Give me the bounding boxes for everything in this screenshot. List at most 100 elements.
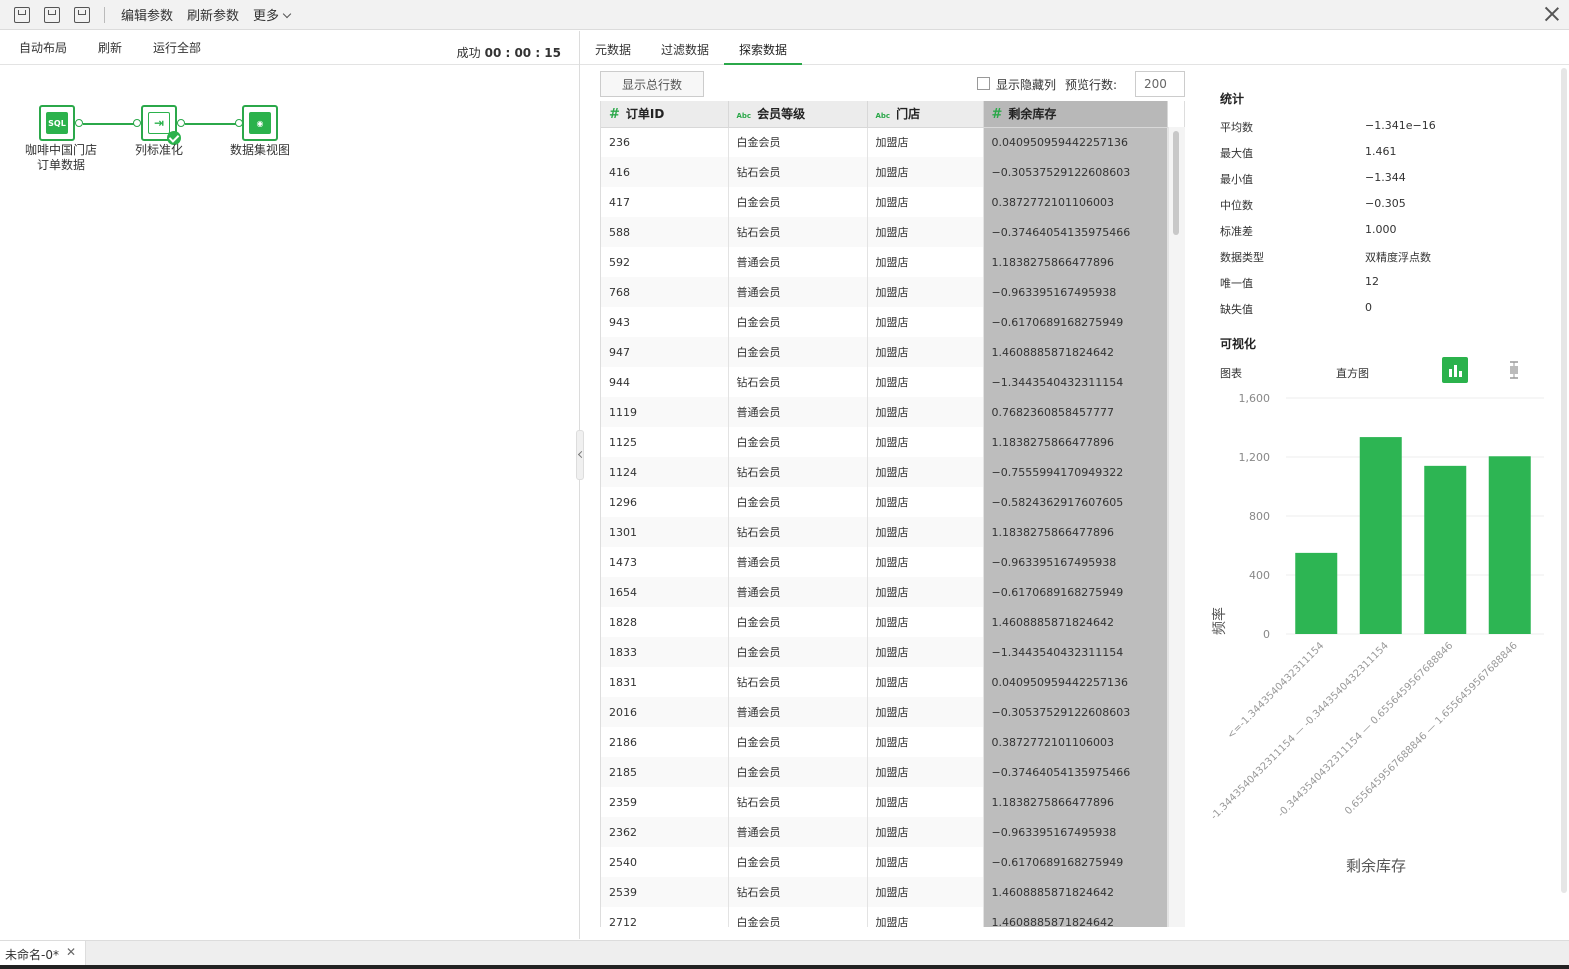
column-name: 订单ID xyxy=(625,107,665,122)
table-cell: 白金会员 xyxy=(728,487,868,517)
table-cell: −0.963395167495938 xyxy=(983,817,1168,847)
stat-value: −0.305 xyxy=(1365,197,1406,210)
table-cell: −0.963395167495938 xyxy=(983,547,1168,577)
output-port[interactable] xyxy=(177,119,185,127)
table-cell: 0.3872772101106003 xyxy=(983,187,1168,217)
new-file-icon[interactable] xyxy=(14,6,30,23)
save-as-icon[interactable] xyxy=(74,6,90,23)
table-row[interactable]: 1125 白金会员 加盟店 1.1838275866477896 xyxy=(601,427,1168,457)
stat-label: 最小值 xyxy=(1220,173,1253,186)
table-cell: 加盟店 xyxy=(867,337,984,367)
bar-chart-icon[interactable] xyxy=(1442,357,1468,383)
output-port[interactable] xyxy=(75,119,83,127)
panel-divider[interactable] xyxy=(579,31,580,939)
close-icon[interactable] xyxy=(1543,5,1561,23)
table-cell: 加盟店 xyxy=(867,727,984,757)
edit-params-button[interactable]: 编辑参数 xyxy=(121,5,173,24)
input-port[interactable] xyxy=(133,119,141,127)
y-tick-label: 1,200 xyxy=(1239,451,1271,464)
table-scrollbar-track[interactable] xyxy=(1168,127,1185,927)
table-row[interactable]: 2540 白金会员 加盟店 −0.6170689168275949 xyxy=(601,847,1168,877)
boxplot-icon[interactable] xyxy=(1504,360,1524,380)
refresh-params-button[interactable]: 刷新参数 xyxy=(187,5,239,24)
table-cell: 白金会员 xyxy=(728,427,868,457)
table-cell: 白金会员 xyxy=(728,127,868,157)
auto-layout-button[interactable]: 自动布局 xyxy=(19,39,67,56)
column-header-order-id[interactable]: # 订单ID xyxy=(601,101,729,128)
column-header-store[interactable]: Abc 门店 xyxy=(867,101,984,128)
table-row[interactable]: 2362 普通会员 加盟店 −0.963395167495938 xyxy=(601,817,1168,847)
table-cell: 钻石会员 xyxy=(728,667,868,697)
y-tick-label: 1,600 xyxy=(1239,392,1271,405)
table-cell: 1.4608885871824642 xyxy=(983,877,1168,907)
document-tabs-bar: 未命名-0* ✕ xyxy=(0,940,1569,966)
table-cell: 2539 xyxy=(601,877,729,907)
column-name: 会员等级 xyxy=(757,107,806,122)
text-type-icon: Abc xyxy=(875,112,891,121)
table-cell: 白金会员 xyxy=(728,337,868,367)
tab-explore-data[interactable]: 探索数据 xyxy=(724,31,803,65)
table-cell: 普通会员 xyxy=(728,547,868,577)
table-row[interactable]: 1296 白金会员 加盟店 −0.5824362917607605 xyxy=(601,487,1168,517)
table-row[interactable]: 2016 普通会员 加盟店 −0.30537529122608603 xyxy=(601,697,1168,727)
table-cell: 0.3872772101106003 xyxy=(983,727,1168,757)
table-cell: 加盟店 xyxy=(867,517,984,547)
dataset-view-node[interactable]: ◉ xyxy=(242,105,278,141)
sql-source-node[interactable]: SQL xyxy=(39,105,75,141)
table-row[interactable]: 416 钻石会员 加盟店 −0.30537529122608603 xyxy=(601,157,1168,187)
table-row[interactable]: 592 普通会员 加盟店 1.1838275866477896 xyxy=(601,247,1168,277)
column-header-member-level[interactable]: Abc 会员等级 xyxy=(728,101,868,128)
preview-rows-input[interactable] xyxy=(1135,71,1185,97)
column-header-remaining-stock[interactable]: # 剩余库存 xyxy=(983,101,1168,128)
close-tab-icon[interactable]: ✕ xyxy=(66,945,76,959)
table-row[interactable]: 1833 白金会员 加盟店 −1.3443540432311154 xyxy=(601,637,1168,667)
table-cell: 加盟店 xyxy=(867,907,984,927)
tab-filter-data[interactable]: 过滤数据 xyxy=(646,31,724,64)
table-scrollbar-thumb[interactable] xyxy=(1173,131,1179,235)
show-total-rows-button[interactable]: 显示总行数 xyxy=(600,71,704,97)
table-row[interactable]: 1828 白金会员 加盟店 1.4608885871824642 xyxy=(601,607,1168,637)
chart-type-select[interactable]: 直方图 xyxy=(1336,365,1369,381)
table-cell: −1.3443540432311154 xyxy=(983,367,1168,397)
table-row[interactable]: 1831 钻石会员 加盟店 0.040950959442257136 xyxy=(601,667,1168,697)
right-panel-scrollbar[interactable] xyxy=(1561,68,1567,893)
document-tab[interactable]: 未命名-0* ✕ xyxy=(0,941,86,966)
show-hidden-columns-checkbox[interactable] xyxy=(977,77,990,90)
table-row[interactable]: 1301 钻石会员 加盟店 1.1838275866477896 xyxy=(601,517,1168,547)
table-row[interactable]: 2712 白金会员 加盟店 1.4608885871824642 xyxy=(601,907,1168,927)
table-cell: 947 xyxy=(601,337,729,367)
stat-label: 缺失值 xyxy=(1220,303,1253,316)
table-row[interactable]: 768 普通会员 加盟店 −0.963395167495938 xyxy=(601,277,1168,307)
histogram-bar xyxy=(1359,437,1402,634)
more-menu-button[interactable]: 更多 xyxy=(253,5,292,24)
table-row[interactable]: 236 白金会员 加盟店 0.040950959442257136 xyxy=(601,127,1168,157)
table-row[interactable]: 2186 白金会员 加盟店 0.3872772101106003 xyxy=(601,727,1168,757)
table-row[interactable]: 417 白金会员 加盟店 0.3872772101106003 xyxy=(601,187,1168,217)
stat-value: 1.461 xyxy=(1365,145,1397,158)
table-row[interactable]: 2185 白金会员 加盟店 −0.37464054135975466 xyxy=(601,757,1168,787)
save-icon[interactable] xyxy=(44,6,60,23)
data-table: # 订单ID Abc 会员等级 Abc 门店 # 剩余库存 236 白金会员 加盟店 0.04… xyxy=(600,101,1185,927)
table-row[interactable]: 944 钻石会员 加盟店 −1.3443540432311154 xyxy=(601,367,1168,397)
run-all-button[interactable]: 运行全部 xyxy=(153,39,201,56)
table-row[interactable]: 943 白金会员 加盟店 −0.6170689168275949 xyxy=(601,307,1168,337)
table-cell: 1296 xyxy=(601,487,729,517)
table-row[interactable]: 2359 钻石会员 加盟店 1.1838275866477896 xyxy=(601,787,1168,817)
collapse-panel-handle[interactable] xyxy=(576,430,584,480)
table-cell: 2185 xyxy=(601,757,729,787)
table-row[interactable]: 1654 普通会员 加盟店 −0.6170689168275949 xyxy=(601,577,1168,607)
refresh-button[interactable]: 刷新 xyxy=(98,39,122,56)
table-cell: 加盟店 xyxy=(867,427,984,457)
histogram-bar xyxy=(1424,465,1467,634)
flow-canvas[interactable]: SQL 咖啡中国门店 订单数据 ⇥ 列标准化 ◉ 数据集视图 xyxy=(0,66,579,939)
table-cell: 加盟店 xyxy=(867,487,984,517)
table-cell: −0.6170689168275949 xyxy=(983,307,1168,337)
table-row[interactable]: 1473 普通会员 加盟店 −0.963395167495938 xyxy=(601,547,1168,577)
table-row[interactable]: 947 白金会员 加盟店 1.4608885871824642 xyxy=(601,337,1168,367)
table-row[interactable]: 2539 钻石会员 加盟店 1.4608885871824642 xyxy=(601,877,1168,907)
table-row[interactable]: 1124 钻石会员 加盟店 −0.7555994170949322 xyxy=(601,457,1168,487)
stats-title: 统计 xyxy=(1220,92,1245,106)
tab-metadata[interactable]: 元数据 xyxy=(580,31,646,64)
table-row[interactable]: 1119 普通会员 加盟店 0.7682360858457777 xyxy=(601,397,1168,427)
table-row[interactable]: 588 钻石会员 加盟店 −0.37464054135975466 xyxy=(601,217,1168,247)
